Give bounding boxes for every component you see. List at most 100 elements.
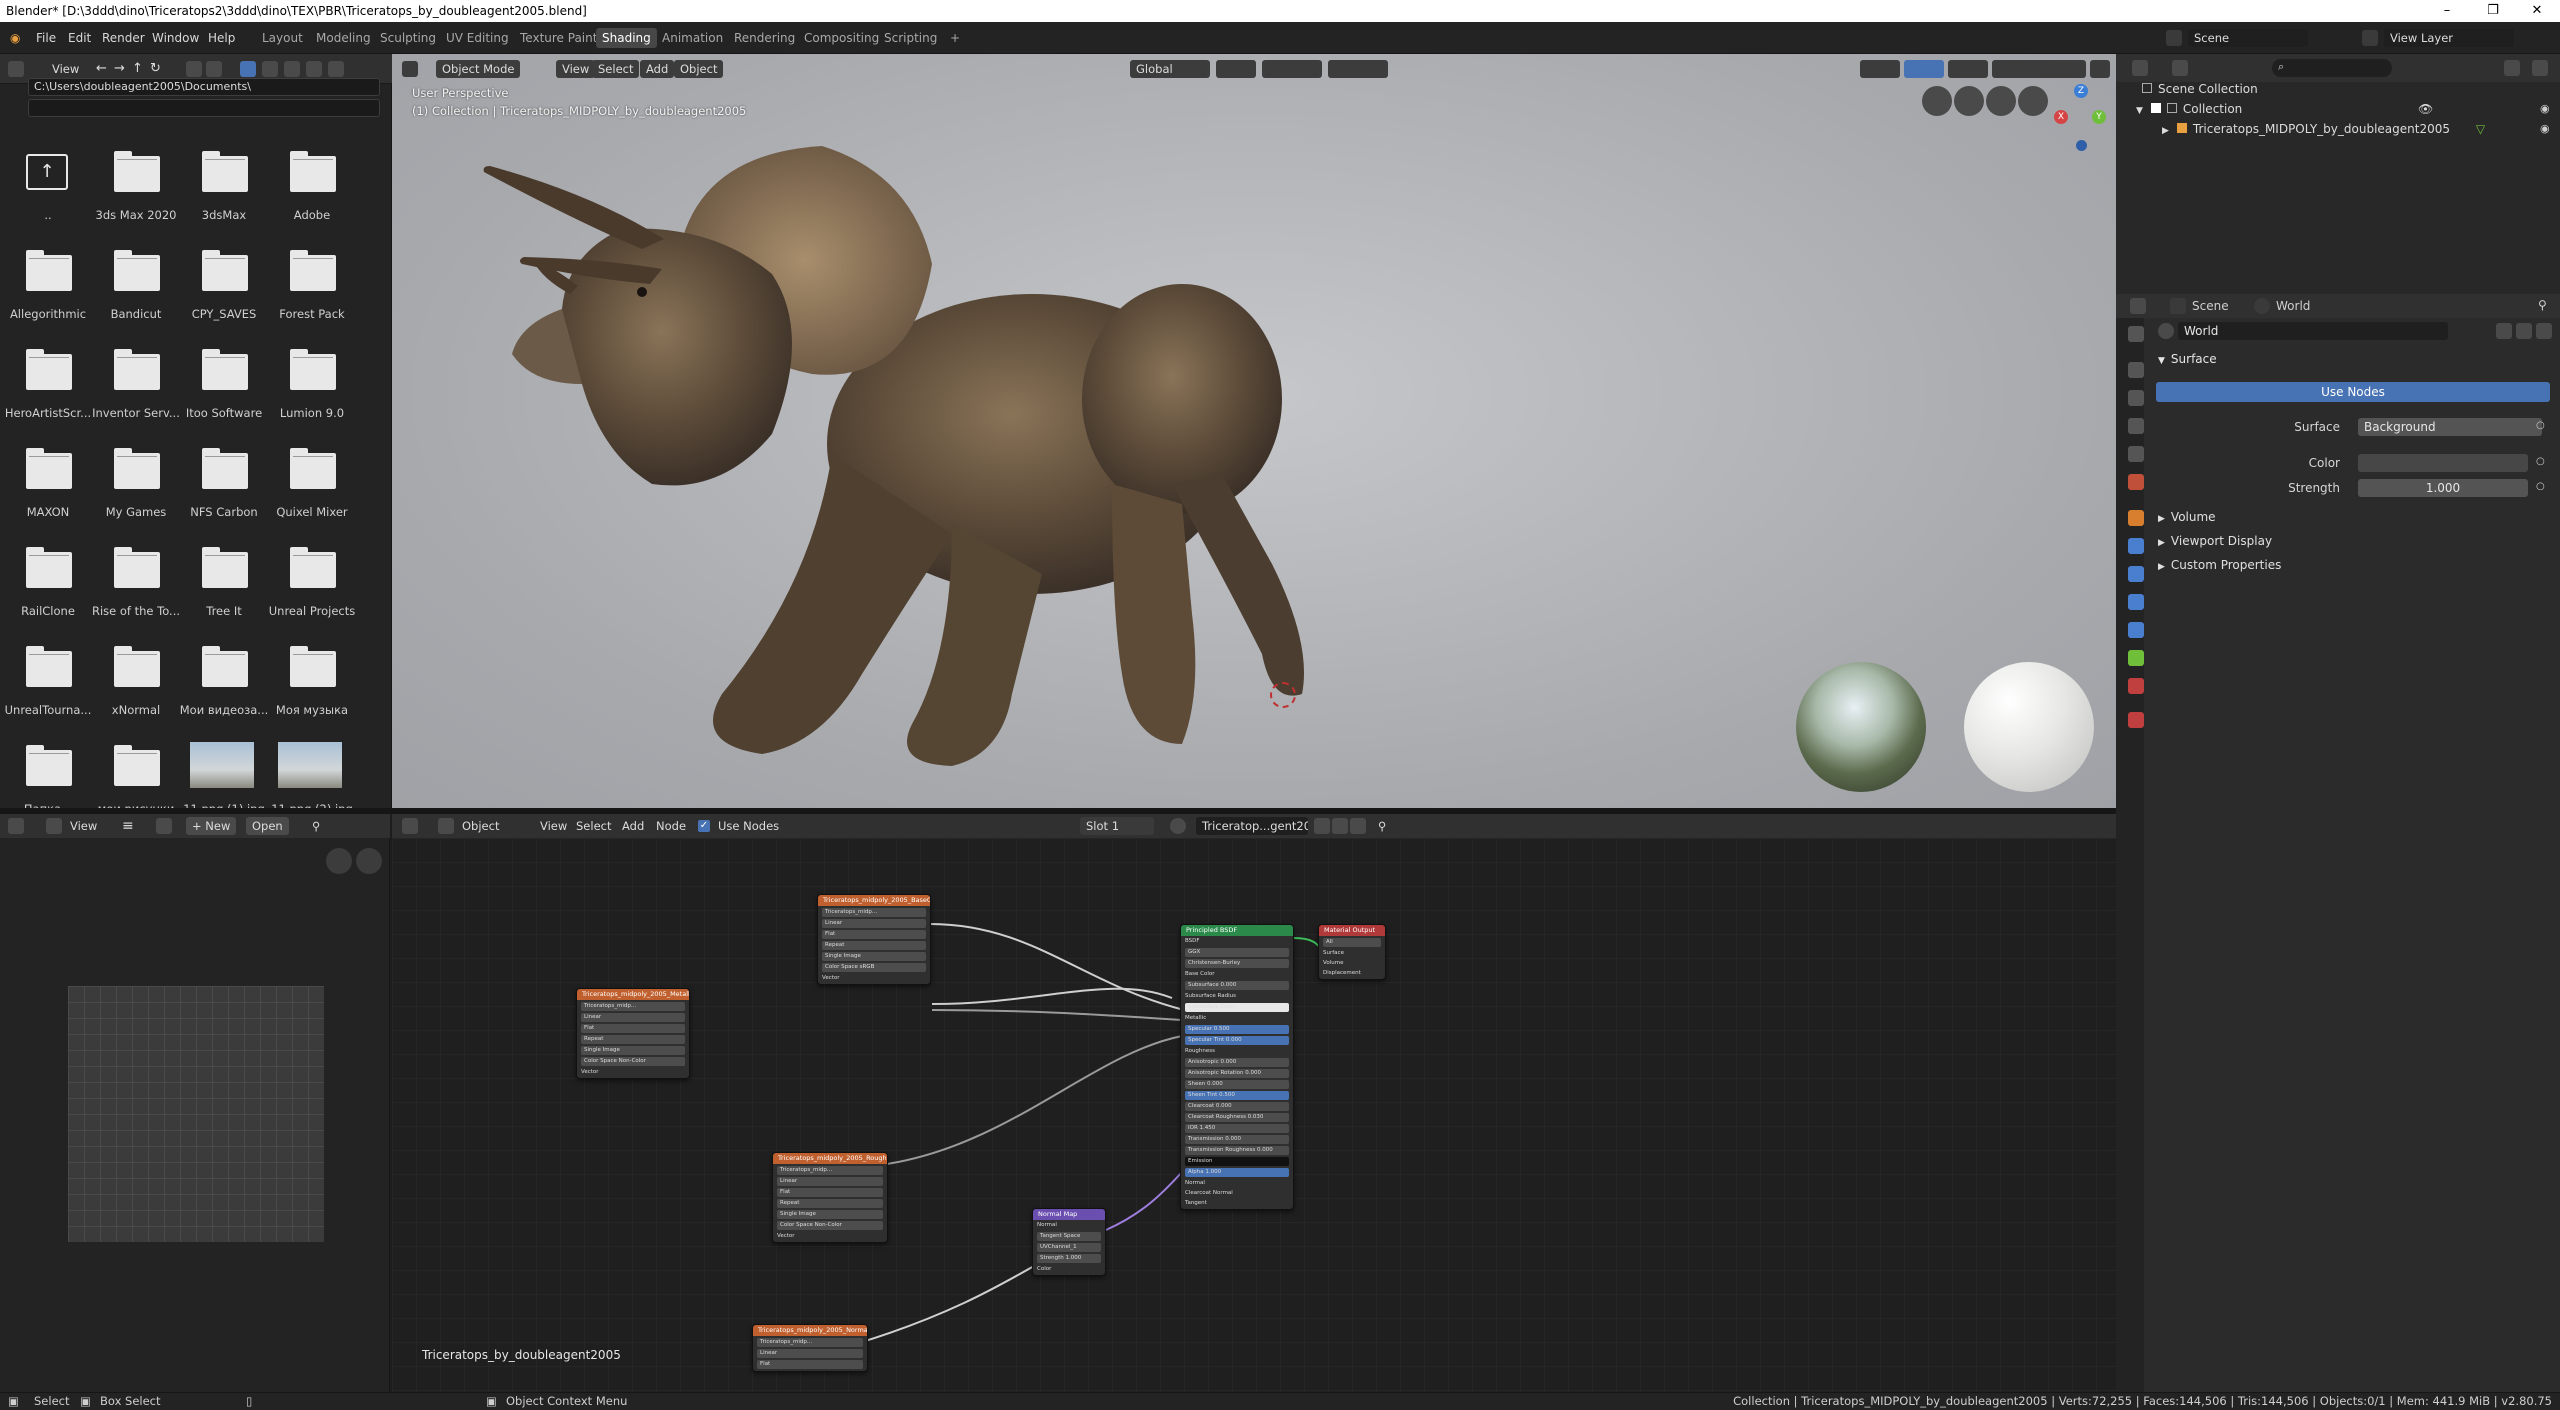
duplicate-world-icon[interactable] [2516, 323, 2532, 339]
custom-properties-panel-header[interactable]: ▶ Custom Properties [2152, 558, 2281, 572]
folder-item[interactable]: 3dsMax [180, 146, 268, 246]
node-field[interactable]: Transmission 0.000 [1185, 1135, 1289, 1144]
material-name-field[interactable]: Triceratop...gent2005 [1196, 817, 1308, 835]
node-field[interactable]: Linear [581, 1013, 685, 1022]
filter-icon[interactable] [262, 61, 278, 77]
node-field[interactable]: Specular Tint 0.000 [1185, 1036, 1289, 1045]
folder-item[interactable]: Allegorithmic [4, 245, 92, 345]
node-field[interactable]: Clearcoat 0.000 [1185, 1102, 1289, 1111]
checkbox-icon[interactable] [2150, 103, 2161, 113]
strength-field[interactable]: 1.000 [2358, 479, 2528, 497]
node-field[interactable]: Flat [581, 1024, 685, 1033]
shader-node[interactable]: Normal Map Normal Tangent Space UVChannel_1… [1032, 1208, 1106, 1276]
node-field[interactable]: Single Image [777, 1210, 883, 1219]
world-tab-icon[interactable] [2128, 474, 2144, 490]
menu-edit[interactable]: Edit [64, 29, 95, 47]
zoom-icon[interactable] [356, 848, 382, 874]
settings-icon[interactable] [328, 61, 344, 77]
browse-image-icon[interactable] [156, 818, 172, 834]
node-field[interactable]: Triceratops_midp... [822, 908, 926, 917]
tab-layout[interactable]: Layout [256, 28, 309, 48]
node-field[interactable]: Linear [757, 1349, 863, 1358]
pin-icon[interactable]: ⚲ [306, 817, 326, 835]
editor-type-icon[interactable] [402, 61, 418, 77]
transform-orientation[interactable]: Global [1130, 60, 1210, 78]
folder-item[interactable]: MAXON [4, 443, 92, 543]
use-nodes-button[interactable]: Use Nodes [2156, 382, 2550, 402]
constraints-tab-icon[interactable] [2128, 622, 2144, 638]
node-field[interactable]: GGX [1185, 948, 1289, 957]
object-row[interactable]: ▶ Triceratops_MIDPOLY_by_doubleagent2005 … [2162, 122, 2485, 136]
node-menu-view[interactable]: View [534, 817, 573, 835]
node-socket-icon[interactable]: ○ [2536, 481, 2545, 492]
color-swatch[interactable] [2358, 454, 2528, 472]
tab-rendering[interactable]: Rendering [728, 28, 801, 48]
object-visibility-eye-icon[interactable]: ◉ [2540, 122, 2550, 135]
node-menu-add[interactable]: Add [616, 817, 650, 835]
refresh-icon[interactable]: ↻ [144, 60, 167, 78]
camera-view-icon[interactable] [1922, 86, 1952, 116]
menu-file[interactable]: File [32, 29, 60, 47]
shading-options-icon[interactable] [2090, 60, 2110, 78]
folder-item[interactable]: Forest Pack [268, 245, 356, 345]
scene-selector[interactable]: Scene [2188, 29, 2308, 47]
hamburger-menu-icon[interactable]: ≡ [116, 817, 140, 835]
expand-arrow-icon[interactable]: ▼ [2136, 106, 2143, 116]
shader-type-selector[interactable]: Object [456, 817, 536, 835]
node-field[interactable]: IOR 1.450 [1185, 1124, 1289, 1133]
node-header[interactable]: Triceratops_midpoly_2005_Roughness [773, 1153, 887, 1164]
maximize-icon[interactable]: ❐ [2470, 0, 2516, 22]
new-collection-icon[interactable] [2532, 60, 2548, 76]
world-name-field[interactable]: World [2178, 322, 2448, 340]
parent-directory-item[interactable]: ↑.. [4, 146, 92, 246]
node-field[interactable]: Repeat [581, 1035, 685, 1044]
folder-item[interactable]: Rise of the To... [92, 542, 180, 642]
node-menu-node[interactable]: Node [650, 817, 692, 835]
filter-icon[interactable] [2504, 60, 2520, 76]
tab-shading[interactable]: Shading [596, 28, 657, 48]
viewport-menu-view[interactable]: View [556, 60, 596, 78]
node-field[interactable]: Transmission Roughness 0.000 [1185, 1146, 1289, 1155]
node-field[interactable]: Flat [822, 930, 926, 939]
node-field[interactable]: Color Space Non-Color [777, 1221, 883, 1230]
use-nodes-checkbox[interactable]: ✓ [698, 820, 710, 832]
fake-user-icon[interactable] [1314, 818, 1330, 834]
folder-item[interactable]: Inventor Serv... [92, 344, 180, 444]
pan-hand-icon[interactable] [326, 848, 352, 874]
display-thumbnails-icon[interactable] [186, 61, 202, 77]
shader-node[interactable]: Triceratops_midpoly_2005_Roughness Tricer… [772, 1152, 888, 1243]
node-header[interactable]: Principled BSDF [1181, 925, 1293, 936]
node-field[interactable]: Alpha 1.000 [1185, 1168, 1289, 1177]
node-field[interactable]: Triceratops_midp... [757, 1338, 863, 1347]
folder-item[interactable]: Tree It [180, 542, 268, 642]
folder-item[interactable]: Itoo Software [180, 344, 268, 444]
tab-compositing[interactable]: Compositing [798, 28, 885, 48]
folder-item[interactable]: Bandicut [92, 245, 180, 345]
node-field[interactable]: Flat [777, 1188, 883, 1197]
output-tab-icon[interactable] [2128, 390, 2144, 406]
mode-selector[interactable]: Object Mode [436, 60, 521, 78]
node-socket-icon[interactable]: ○ [2536, 420, 2545, 431]
folder-item[interactable]: Adobe [268, 146, 356, 246]
pin-icon[interactable]: ⚲ [1372, 817, 1392, 835]
data-tab-icon[interactable] [2128, 650, 2144, 666]
node-field[interactable]: Repeat [777, 1199, 883, 1208]
folder-item[interactable]: UnrealTourna... [4, 641, 92, 741]
add-workspace-button[interactable]: + [944, 28, 966, 48]
node-field[interactable]: Linear [777, 1177, 883, 1186]
editor-type-icon[interactable] [8, 61, 24, 77]
collection-row[interactable]: ▼ Collection 👁 [2136, 102, 2433, 116]
folder-item[interactable]: Моя музыка [268, 641, 356, 741]
pan-hand-icon[interactable] [1986, 86, 2016, 116]
node-field[interactable]: Triceratops_midp... [777, 1166, 883, 1175]
view-layer-tab-icon[interactable] [2128, 418, 2144, 434]
viewport-menu-object[interactable]: Object [674, 60, 724, 78]
scene-tab-icon[interactable] [2128, 446, 2144, 462]
node-header[interactable]: Normal Map [1033, 1209, 1105, 1220]
editor-type-icon[interactable] [2130, 298, 2146, 314]
shader-node[interactable]: Principled BSDF BSDF GGX Christensen-Burley… [1180, 924, 1294, 1210]
folder-item[interactable]: 3ds Max 2020 [92, 146, 180, 246]
surface-shader-selector[interactable]: Background [2358, 418, 2542, 436]
tool-tab-icon[interactable] [2128, 326, 2144, 342]
file-view-menu[interactable]: View [46, 60, 85, 78]
